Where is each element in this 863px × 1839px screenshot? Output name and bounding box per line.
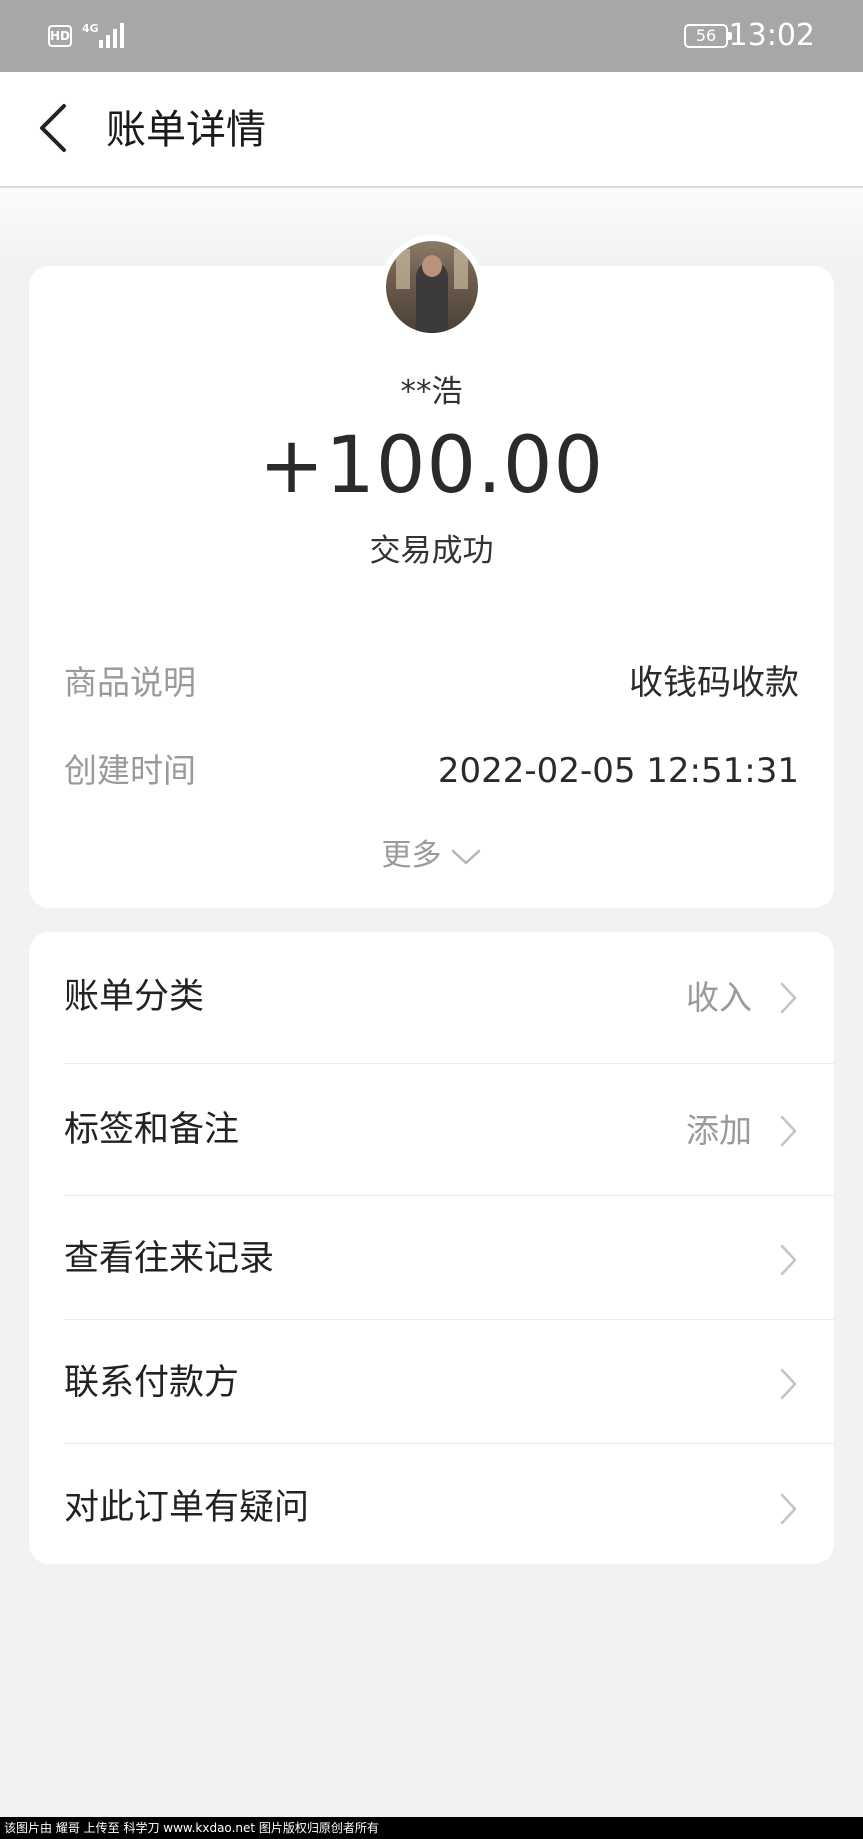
chevron-right-icon bbox=[780, 1244, 797, 1276]
menu-item-label: 联系付款方 bbox=[64, 1363, 240, 1403]
divider bbox=[64, 1443, 834, 1444]
more-button[interactable]: 更多 bbox=[0, 835, 863, 877]
menu-item-order-question[interactable]: 对此订单有疑问 bbox=[29, 1446, 834, 1570]
chevron-right-icon bbox=[780, 1493, 797, 1525]
menu-item-label: 账单分类 bbox=[64, 977, 205, 1017]
divider bbox=[64, 1195, 834, 1196]
chevron-left-icon bbox=[40, 104, 66, 152]
clock: 13:02 bbox=[728, 18, 815, 53]
more-label: 更多 bbox=[381, 838, 442, 873]
chevron-down-icon bbox=[451, 849, 480, 864]
payer-name: **浩 bbox=[400, 374, 463, 410]
transaction-card bbox=[29, 266, 834, 908]
watermark: 该图片由 耀哥 上传至 科学刀 www.kxdao.net 图片版权归原创者所有 bbox=[0, 1817, 863, 1839]
detail-label-description: 商品说明 bbox=[64, 663, 196, 702]
signal-icon bbox=[97, 22, 127, 48]
avatar-photo bbox=[386, 241, 478, 333]
status-bar: HD 4G 56 13:02 bbox=[0, 0, 863, 72]
detail-value-description: 收钱码收款 bbox=[629, 663, 799, 703]
divider bbox=[64, 1319, 834, 1320]
divider bbox=[64, 1063, 834, 1064]
menu-item-label: 标签和备注 bbox=[64, 1110, 240, 1150]
menu-item-value: 添加 bbox=[686, 1111, 752, 1150]
menu-item-contact-payer[interactable]: 联系付款方 bbox=[29, 1321, 834, 1445]
hd-indicator: HD bbox=[48, 25, 72, 47]
avatar[interactable] bbox=[380, 235, 484, 339]
menu-item-label: 查看往来记录 bbox=[64, 1239, 275, 1279]
chevron-right-icon bbox=[780, 1115, 797, 1147]
battery-icon: 56 bbox=[684, 24, 732, 48]
menu-item-value: 收入 bbox=[686, 978, 752, 1017]
transaction-amount: +100.00 bbox=[258, 421, 605, 511]
menu-item-bill-category[interactable]: 账单分类 收入 bbox=[29, 935, 834, 1059]
menu-item-history[interactable]: 查看往来记录 bbox=[29, 1197, 834, 1321]
transaction-status: 交易成功 bbox=[369, 533, 494, 569]
detail-value-created-time: 2022-02-05 12:51:31 bbox=[437, 751, 799, 791]
menu-item-label: 对此订单有疑问 bbox=[64, 1488, 310, 1528]
chevron-right-icon bbox=[780, 982, 797, 1014]
chevron-right-icon bbox=[780, 1368, 797, 1400]
page-title: 账单详情 bbox=[106, 107, 266, 153]
menu-item-tags-notes[interactable]: 标签和备注 添加 bbox=[29, 1068, 834, 1192]
title-bar: 账单详情 bbox=[0, 72, 863, 188]
back-button[interactable] bbox=[30, 98, 80, 158]
detail-label-created-time: 创建时间 bbox=[64, 751, 196, 790]
